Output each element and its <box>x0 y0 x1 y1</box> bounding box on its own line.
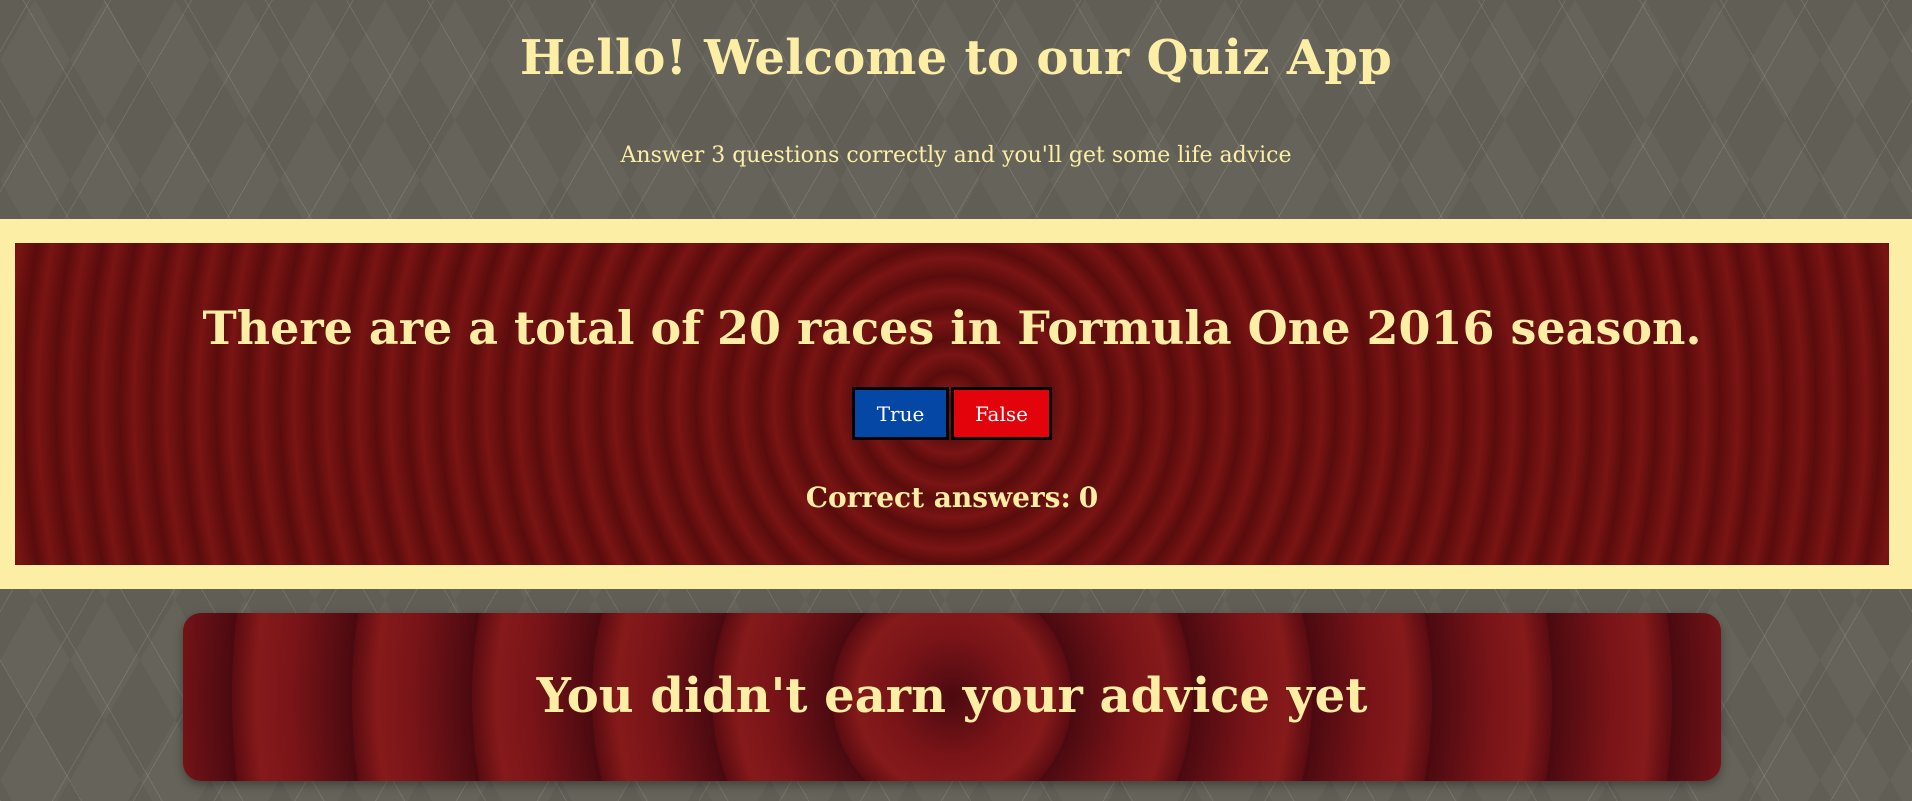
question-text: There are a total of 20 races in Formula… <box>202 301 1702 355</box>
score-display: Correct answers: 0 <box>15 481 1889 514</box>
app-subtitle: Answer 3 questions correctly and you'll … <box>620 143 1292 168</box>
score-value: 0 <box>1078 481 1099 514</box>
advice-message: You didn't earn your advice yet <box>536 668 1368 724</box>
answer-buttons: True False <box>15 387 1889 440</box>
quiz-frame: There are a total of 20 races in Formula… <box>0 219 1912 589</box>
app-title: Hello! Welcome to our Quiz App <box>519 30 1393 86</box>
true-button[interactable]: True <box>852 387 949 440</box>
advice-panel: You didn't earn your advice yet <box>183 613 1721 781</box>
score-label: Correct answers: <box>805 481 1071 514</box>
false-button[interactable]: False <box>951 387 1052 440</box>
quiz-panel: There are a total of 20 races in Formula… <box>15 243 1889 565</box>
page-header: Hello! Welcome to our Quiz App Answer 3 … <box>0 0 1912 218</box>
